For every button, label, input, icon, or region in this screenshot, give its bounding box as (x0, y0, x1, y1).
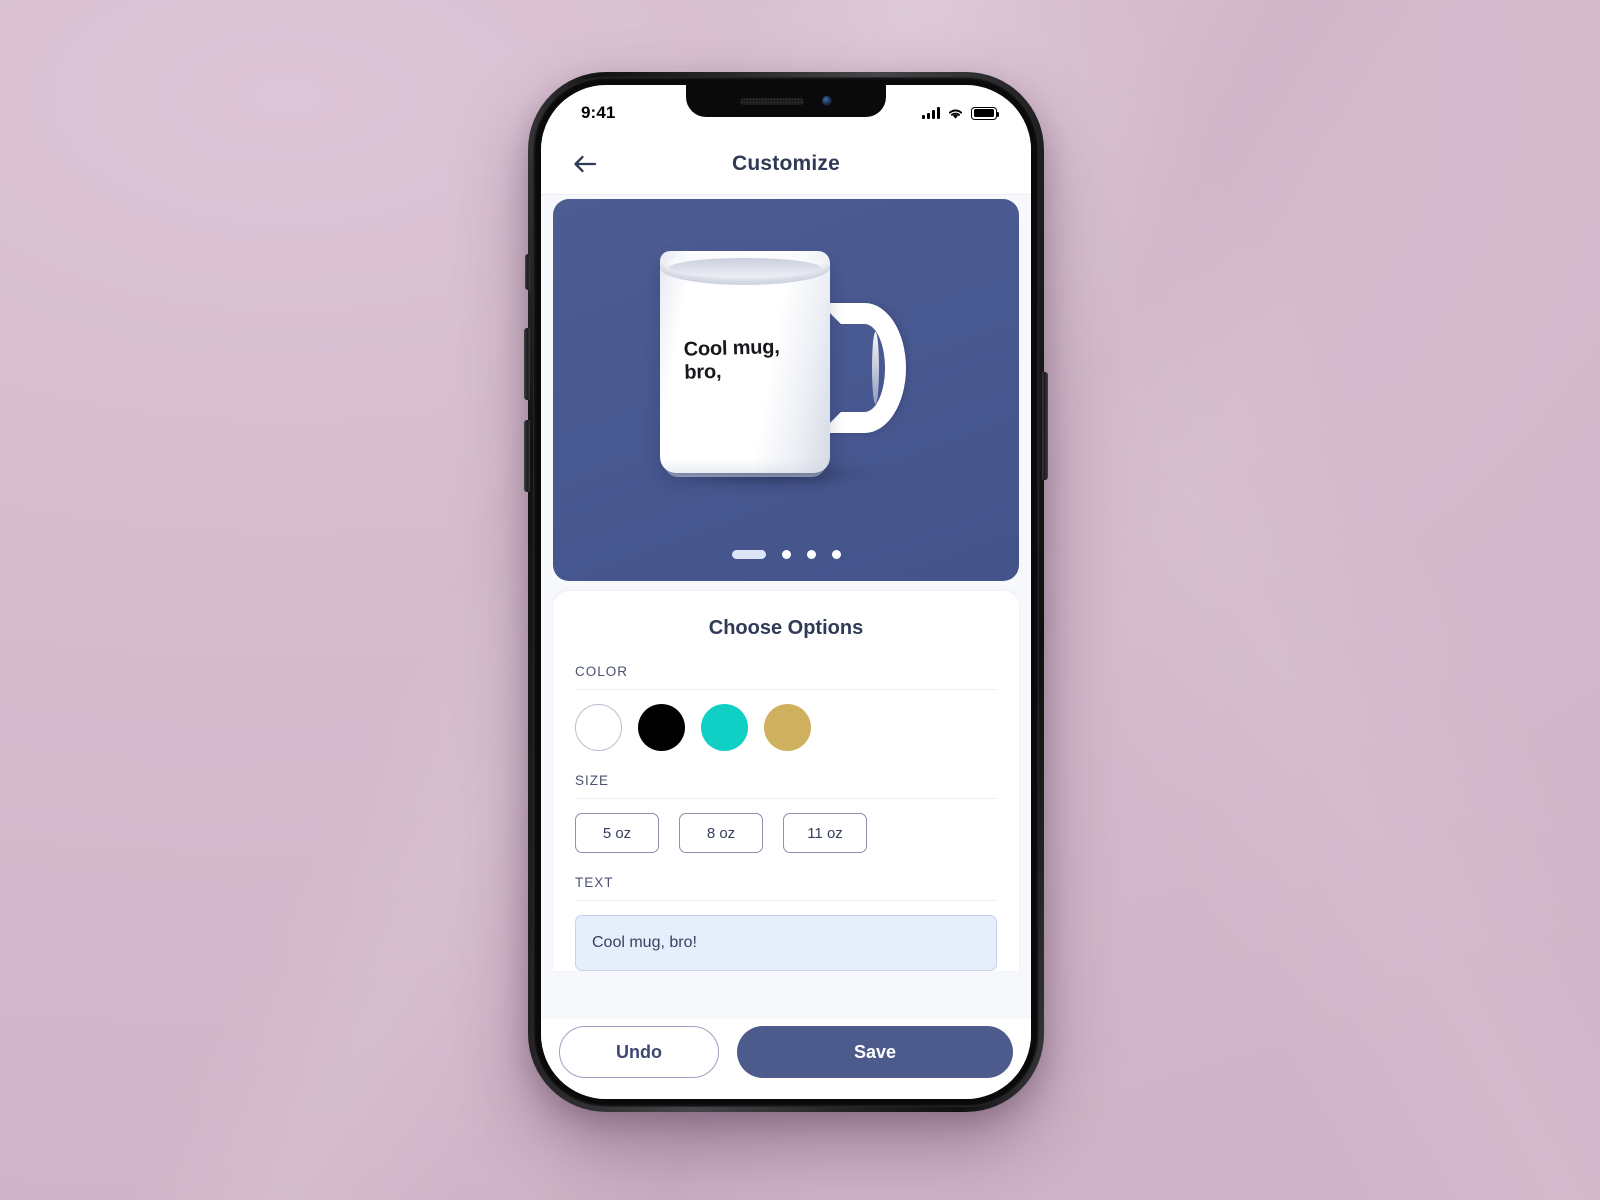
wifi-icon (948, 109, 963, 119)
speaker-grille-icon (740, 97, 804, 105)
size-chip-5oz[interactable]: 5 oz (575, 813, 659, 853)
size-chip-8oz[interactable]: 8 oz (679, 813, 763, 853)
carousel-dot-4[interactable] (831, 550, 841, 559)
color-swatch-white[interactable] (575, 704, 622, 751)
mug-image: Cool mug, bro, (553, 251, 1019, 489)
phone-screen: 9:41 Customize Cool mug, bro, Choose Opt… (541, 85, 1031, 1099)
options-heading: Choose Options (708, 617, 864, 639)
mug-body: Cool mug, bro, (660, 251, 830, 477)
color-swatch-black[interactable] (638, 704, 685, 751)
save-button[interactable]: Save (737, 1026, 1013, 1078)
front-camera-icon (822, 96, 832, 106)
volume-up-button[interactable] (524, 328, 530, 400)
back-arrow-icon (574, 155, 597, 172)
phone-bezel: 9:41 Customize Cool mug, bro, Choose Opt… (524, 77, 1048, 1107)
carousel-indicator (553, 550, 1019, 559)
silent-switch-button[interactable] (525, 254, 530, 290)
back-button[interactable] (563, 142, 607, 186)
cellular-signal-icon (922, 107, 940, 119)
volume-down-button[interactable] (524, 420, 530, 492)
text-label: TEXT (575, 875, 997, 901)
battery-full-icon (971, 106, 1000, 120)
size-chip-11oz[interactable]: 11 oz (783, 813, 867, 853)
app-header: Customize (541, 133, 1031, 195)
mug-handle (820, 303, 906, 433)
scroll-content[interactable]: Cool mug, bro, Choose Options COLOR SIZE… (541, 195, 1031, 1019)
color-label: COLOR (575, 664, 997, 690)
action-bar: Undo Save (541, 1019, 1031, 1099)
phone-device-frame: 9:41 Customize Cool mug, bro, Choose Opt… (524, 72, 1048, 1112)
status-indicators (922, 106, 1000, 120)
product-preview-card[interactable]: Cool mug, bro, (553, 199, 1019, 581)
carousel-dot-3[interactable] (806, 550, 816, 559)
choose-options-card: Choose Options COLOR SIZE 5 oz 8 oz 11 o… (553, 591, 1019, 971)
mug-printed-text: Cool mug, bro, (683, 336, 780, 384)
custom-text-input[interactable] (575, 915, 997, 971)
size-label: SIZE (575, 773, 997, 799)
status-time: 9:41 (581, 103, 616, 122)
mug-rim (660, 251, 830, 285)
power-button[interactable] (1042, 372, 1048, 480)
page-title: Customize (732, 151, 840, 175)
notch (686, 85, 886, 117)
color-swatch-group (575, 704, 997, 751)
undo-button[interactable]: Undo (559, 1026, 719, 1078)
mug-base (664, 459, 826, 477)
carousel-dot-1[interactable] (731, 550, 766, 559)
size-chip-group: 5 oz 8 oz 11 oz (575, 813, 997, 853)
carousel-dot-2[interactable] (781, 550, 791, 559)
color-swatch-teal[interactable] (701, 704, 748, 751)
color-swatch-gold[interactable] (764, 704, 811, 751)
